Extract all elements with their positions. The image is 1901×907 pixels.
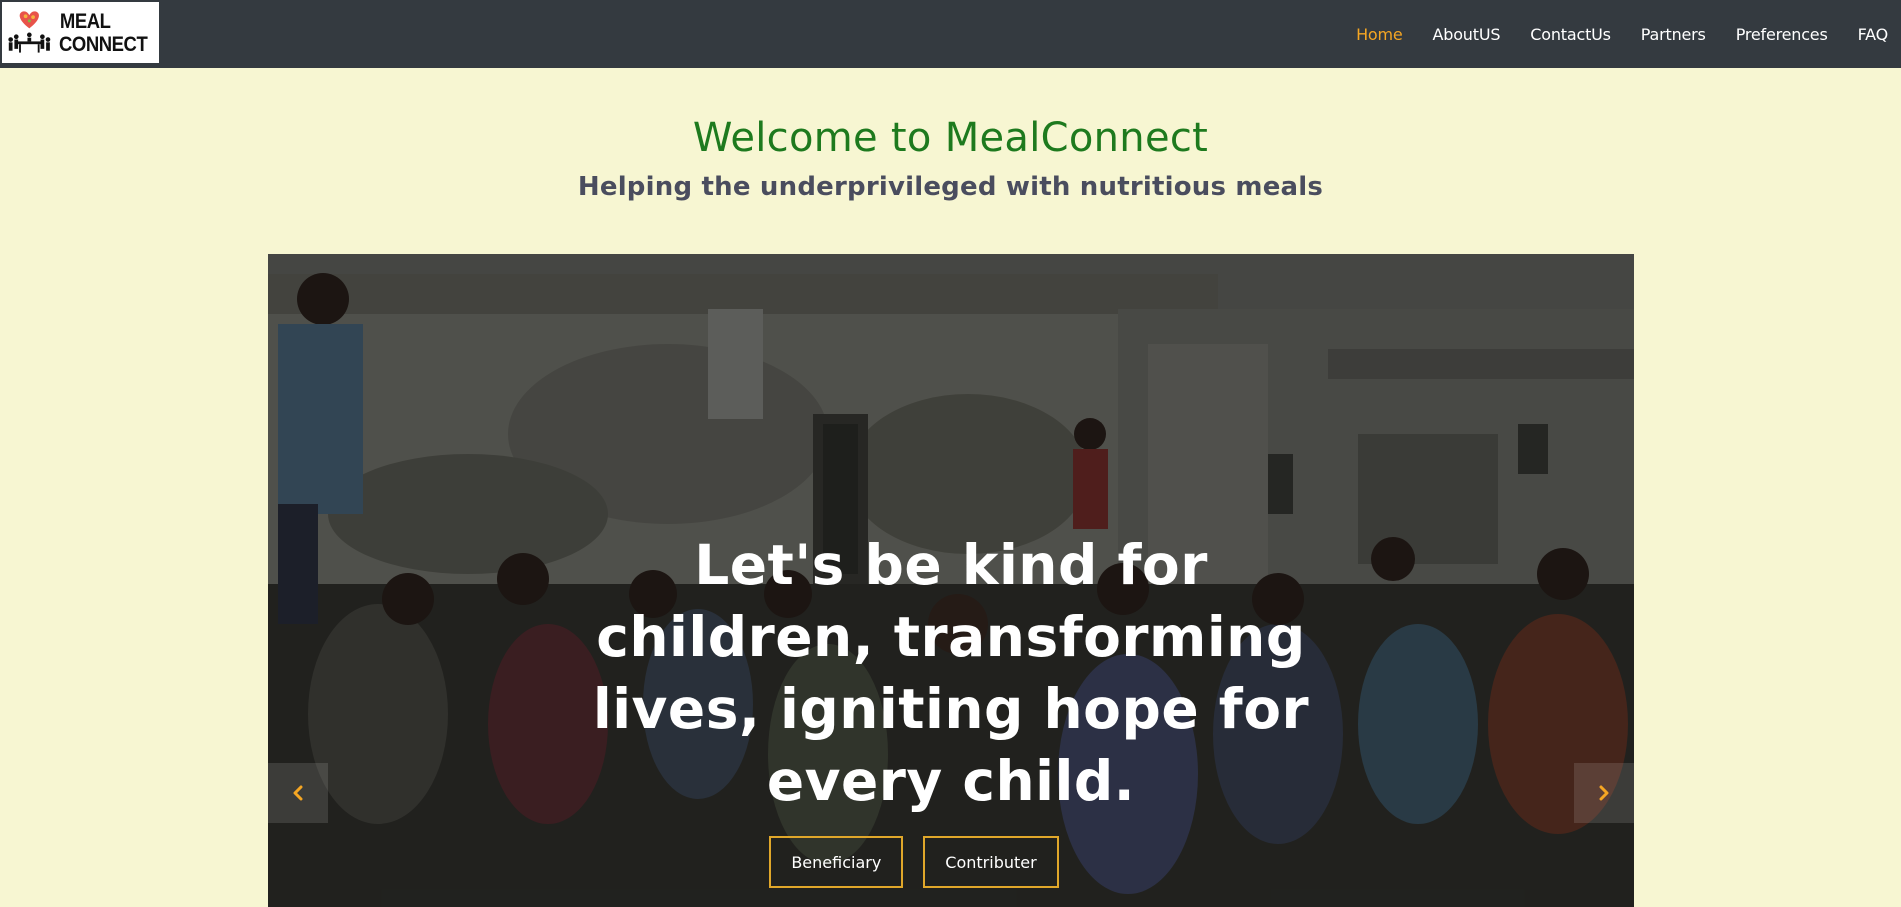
chevron-left-icon bbox=[293, 785, 303, 801]
nav-item-faq[interactable]: FAQ bbox=[1843, 25, 1901, 44]
nav-item-partners[interactable]: Partners bbox=[1626, 25, 1721, 44]
page-title: Welcome to MealConnect bbox=[692, 115, 1209, 161]
logo-line-1: MEAL bbox=[59, 9, 111, 33]
carousel-next-button[interactable] bbox=[1574, 763, 1634, 823]
nav-item-preferences[interactable]: Preferences bbox=[1721, 25, 1843, 44]
logo-people-heart-icon bbox=[8, 10, 51, 53]
nav-item-aboutus[interactable]: AboutUS bbox=[1418, 25, 1516, 44]
nav-item-contactus[interactable]: ContactUs bbox=[1515, 25, 1626, 44]
carousel-prev-button[interactable] bbox=[268, 763, 328, 823]
caption-line-4: every child. bbox=[766, 749, 1136, 813]
navbar: MEAL CONNECT Home AboutUS ContactUs Part… bbox=[0, 0, 1901, 68]
brand-logo[interactable]: MEAL CONNECT bbox=[2, 2, 159, 63]
caption-line-2: children, transforming bbox=[596, 605, 1306, 669]
beneficiary-button[interactable]: Beneficiary bbox=[769, 836, 904, 888]
carousel-button-row: Beneficiary Contributer bbox=[268, 836, 1634, 888]
nav-item-home[interactable]: Home bbox=[1341, 25, 1417, 44]
chevron-right-icon bbox=[1599, 785, 1609, 801]
logo-line-2: CONNECT bbox=[58, 32, 148, 56]
nav-links: Home AboutUS ContactUs Partners Preferen… bbox=[1341, 0, 1901, 68]
hero-carousel: Let's be kind for children, transforming… bbox=[268, 254, 1634, 907]
page-subtitle: Helping the underprivileged with nutriti… bbox=[577, 172, 1324, 202]
contributer-button[interactable]: Contributer bbox=[923, 836, 1059, 888]
caption-line-1: Let's be kind for bbox=[694, 533, 1208, 597]
carousel-caption: Let's be kind for children, transforming… bbox=[268, 529, 1634, 817]
caption-line-3: lives, igniting hope for bbox=[592, 677, 1310, 741]
logo-text: MEAL CONNECT bbox=[58, 9, 148, 56]
